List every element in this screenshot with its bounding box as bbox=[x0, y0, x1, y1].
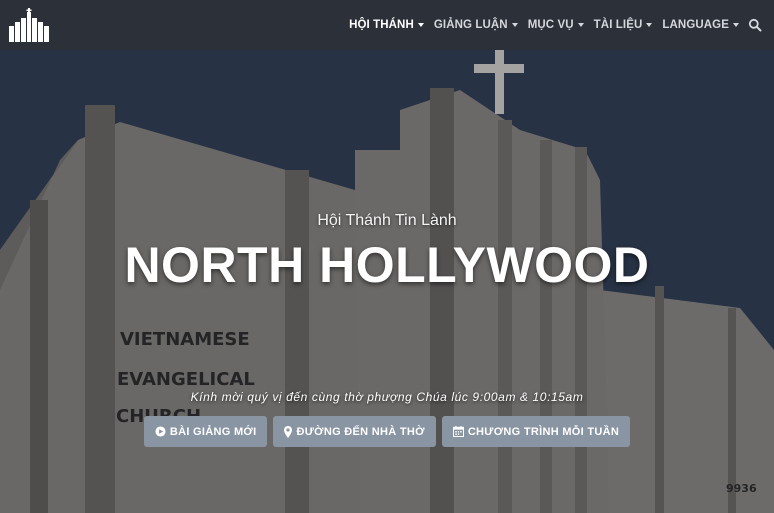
button-label: CHƯƠNG TRÌNH MỖI TUẦN bbox=[467, 425, 620, 438]
main-nav: HỘI THÁNH GIẢNG LUẬN MỤC VỤ TÀI LIỆU LAN… bbox=[344, 0, 762, 50]
nav-item-giang-luan[interactable]: GIẢNG LUẬN bbox=[429, 19, 523, 31]
welcome-message: Kính mời quý vị đến cùng thờ phượng Chúa… bbox=[190, 390, 584, 404]
church-logo[interactable] bbox=[8, 8, 50, 42]
nav-label: MỤC VỤ bbox=[527, 19, 574, 31]
nav-item-hoi-thanh[interactable]: HỘI THÁNH bbox=[344, 19, 429, 31]
nav-label: TÀI LIỆU bbox=[593, 19, 643, 31]
hero-subtitle: Hội Thánh Tin Lành bbox=[317, 212, 457, 229]
caret-down-icon bbox=[511, 23, 518, 27]
nav-item-language[interactable]: LANGUAGE bbox=[657, 19, 744, 31]
caret-down-icon bbox=[733, 23, 739, 27]
hero-title: NORTH HOLLYWOOD bbox=[124, 237, 650, 293]
navbar: HỘI THÁNH GIẢNG LUẬN MỤC VỤ TÀI LIỆU LAN… bbox=[0, 0, 774, 50]
nav-item-muc-vu[interactable]: MỤC VỤ bbox=[523, 19, 589, 31]
button-label: ĐƯỜNG ĐẾN NHÀ THỜ bbox=[296, 425, 425, 438]
weekly-schedule-button[interactable]: CHƯƠNG TRÌNH MỖI TUẦN bbox=[441, 416, 631, 447]
caret-down-icon bbox=[646, 23, 653, 27]
nav-label: LANGUAGE bbox=[662, 19, 729, 31]
hero-section: VIETNAMESE EVANGELICAL CHURCH 9936 Hội T… bbox=[0, 50, 774, 513]
search-icon[interactable] bbox=[748, 18, 762, 32]
map-marker-icon bbox=[284, 425, 293, 438]
caret-down-icon bbox=[417, 23, 424, 27]
caret-down-icon bbox=[577, 23, 584, 27]
calendar-icon bbox=[452, 426, 464, 437]
button-label: BÀI GIẢNG MỚI bbox=[169, 425, 257, 438]
latest-sermon-button[interactable]: BÀI GIẢNG MỚI bbox=[143, 416, 268, 447]
hero-buttons: BÀI GIẢNG MỚI ĐƯỜNG ĐẾN NHÀ THỜ CHƯƠNG T… bbox=[0, 416, 774, 447]
nav-label: GIẢNG LUẬN bbox=[433, 19, 508, 31]
play-circle-icon bbox=[155, 426, 166, 437]
nav-label: HỘI THÁNH bbox=[349, 19, 414, 31]
nav-item-tai-lieu[interactable]: TÀI LIỆU bbox=[589, 19, 658, 31]
directions-button[interactable]: ĐƯỜNG ĐẾN NHÀ THỜ bbox=[273, 416, 436, 447]
